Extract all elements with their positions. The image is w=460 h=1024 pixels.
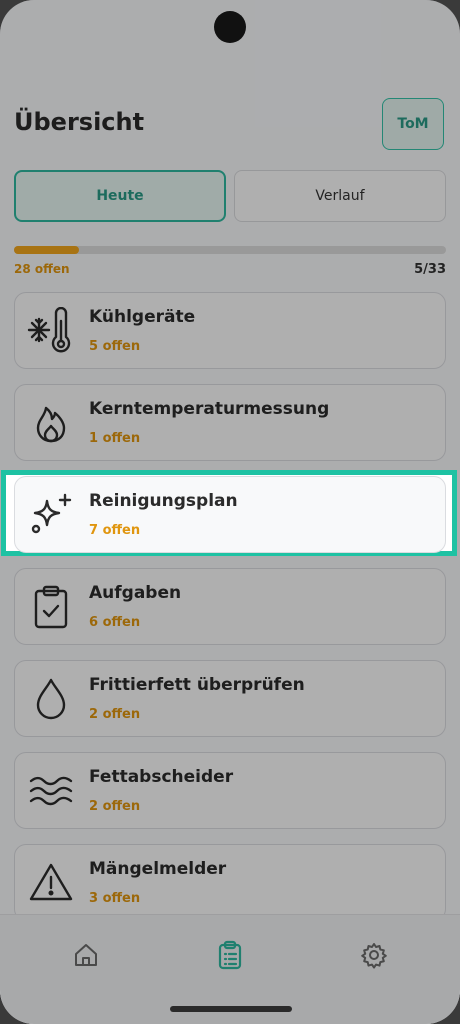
- item-count: 2 offen: [89, 799, 141, 814]
- item-count: 5 offen: [89, 339, 141, 354]
- item-count: 1 offen: [89, 431, 141, 446]
- nav-settings[interactable]: [354, 935, 394, 975]
- warning-triangle-icon: [27, 859, 75, 907]
- progress-bar: [14, 246, 446, 254]
- page-title: Übersicht: [14, 108, 145, 136]
- item-name: Fettabscheider: [89, 767, 234, 787]
- item-count: 2 offen: [89, 707, 141, 722]
- flame-icon: [27, 399, 75, 447]
- progress-ratio-label: 5/33: [414, 262, 446, 277]
- item-count: 3 offen: [89, 891, 141, 906]
- list-item-kuehlgeraete[interactable]: Kühlgeräte 5 offen: [14, 292, 446, 369]
- sparkles-icon: [27, 491, 75, 539]
- tab-verlauf[interactable]: Verlauf: [234, 170, 446, 222]
- clipboard-list-icon: [218, 940, 242, 970]
- list-item-maengelmelder[interactable]: Mängelmelder 3 offen: [14, 844, 446, 921]
- list-item-reinigungsplan[interactable]: Reinigungsplan 7 offen: [14, 476, 446, 553]
- user-avatar-button[interactable]: ToM: [382, 98, 444, 150]
- open-count-label: 28 offen: [14, 262, 70, 276]
- item-count: 7 offen: [89, 523, 141, 538]
- item-name: Kühlgeräte: [89, 307, 196, 327]
- clipboard-check-icon: [27, 583, 75, 631]
- item-count: 6 offen: [89, 615, 141, 630]
- item-name: Aufgaben: [89, 583, 182, 603]
- nav-home[interactable]: [66, 935, 106, 975]
- progress-bar-fill: [14, 246, 80, 254]
- list-item-aufgaben[interactable]: Aufgaben 6 offen: [14, 568, 446, 645]
- list-item-frittierfett[interactable]: Frittierfett überprüfen 2 offen: [14, 660, 446, 737]
- home-indicator[interactable]: [170, 1006, 292, 1012]
- item-name: Frittierfett überprüfen: [89, 675, 305, 695]
- home-icon: [75, 944, 97, 966]
- thermometer-snowflake-icon: [27, 307, 75, 355]
- list-item-kerntemperaturmessung[interactable]: Kerntemperaturmessung 1 offen: [14, 384, 446, 461]
- item-name: Kerntemperaturmessung: [89, 399, 330, 419]
- droplet-icon: [27, 675, 75, 723]
- app-screen: Übersicht ToM Heute Verlauf 28 offen 5/3…: [0, 0, 460, 1024]
- list-item-fettabscheider[interactable]: Fettabscheider 2 offen: [14, 752, 446, 829]
- settings-gear-icon: [361, 943, 387, 969]
- nav-tasks[interactable]: [210, 935, 250, 975]
- item-name: Reinigungsplan: [89, 491, 238, 511]
- front-camera: [214, 11, 246, 43]
- item-name: Mängelmelder: [89, 859, 227, 879]
- waves-icon: [27, 767, 75, 815]
- tab-heute[interactable]: Heute: [14, 170, 226, 222]
